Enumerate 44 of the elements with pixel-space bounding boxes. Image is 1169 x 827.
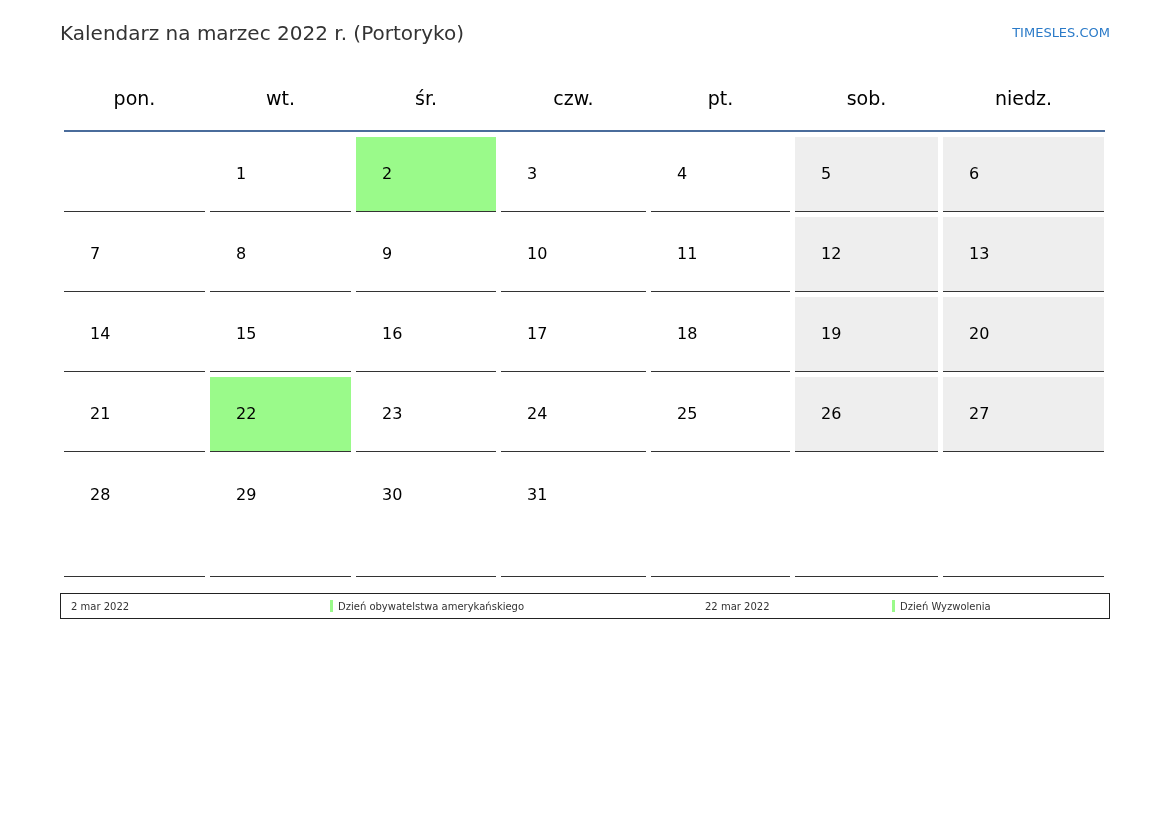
day-number: 8 [236, 243, 247, 265]
day-number: 7 [90, 243, 101, 265]
day-number: 3 [527, 163, 538, 185]
day-number: 14 [90, 323, 111, 345]
day-number: 5 [821, 163, 832, 185]
day-number: 31 [527, 484, 548, 506]
day-number: 18 [677, 323, 698, 345]
day-number: 17 [527, 323, 548, 345]
day-number: 28 [90, 484, 111, 506]
weekday-header: wt. [265, 85, 296, 111]
day-number: 2 [382, 163, 393, 185]
day-number: 27 [969, 403, 990, 425]
day-number: 16 [382, 323, 403, 345]
day-number: 30 [382, 484, 403, 506]
day-number: 6 [969, 163, 980, 185]
day-number: 20 [969, 323, 990, 345]
holiday-name: Dzień Wyzwolenia [900, 599, 991, 614]
weekday-header: niedz. [993, 85, 1054, 111]
day-number: 25 [677, 403, 698, 425]
day-number: 12 [821, 243, 842, 265]
calendar-title: Kalendarz na marzec 2022 r. (Portoryko) [60, 19, 464, 47]
day-number: 9 [382, 243, 393, 265]
day-number: 10 [527, 243, 548, 265]
day-number: 4 [677, 163, 688, 185]
day-number: 19 [821, 323, 842, 345]
weekday-header: czw. [552, 85, 595, 111]
day-number: 24 [527, 403, 548, 425]
site-link[interactable]: TIMESLES.COM [1012, 22, 1110, 43]
day-number: 22 [236, 403, 257, 425]
weekday-header: sob. [845, 85, 888, 111]
holiday-date: 2 mar 2022 [71, 599, 131, 614]
weekday-header: pon. [112, 85, 157, 111]
holiday-name: Dzień obywatelstwa amerykańskiego [338, 599, 525, 614]
day-number: 26 [821, 403, 842, 425]
day-number: 1 [236, 163, 247, 185]
day-number: 29 [236, 484, 257, 506]
day-number: 21 [90, 403, 111, 425]
day-number: 13 [969, 243, 990, 265]
weekday-header: śr. [414, 85, 438, 111]
day-number: 11 [677, 243, 698, 265]
day-number: 15 [236, 323, 257, 345]
weekday-header: pt. [706, 85, 735, 111]
holiday-date: 22 mar 2022 [705, 599, 771, 614]
day-number: 23 [382, 403, 403, 425]
